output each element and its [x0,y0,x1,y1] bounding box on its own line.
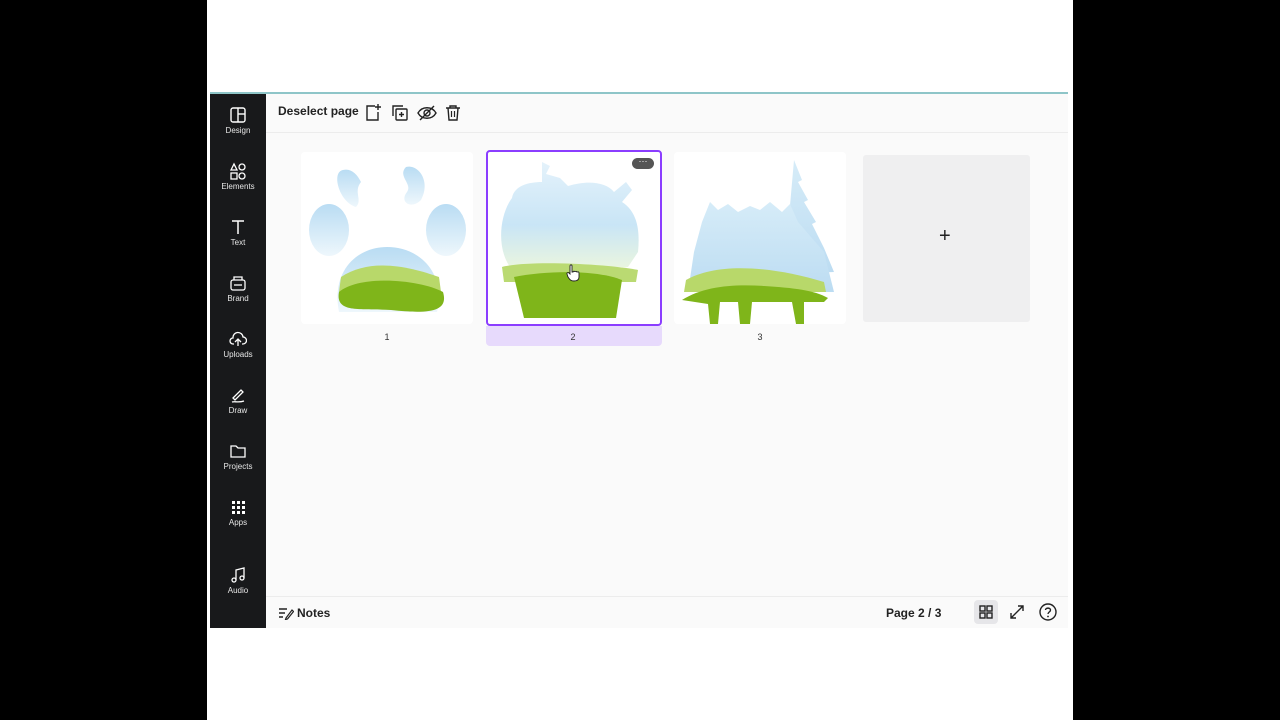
delete-icon [446,105,460,121]
page-thumbnail-3[interactable] [674,152,846,324]
plus-icon: + [939,225,951,247]
apps-icon [232,501,245,514]
sidebar-item-design[interactable]: Design [210,106,266,154]
uploads-icon [229,331,247,346]
hide-page-icon [417,105,437,121]
help-button[interactable] [1038,602,1058,622]
sidebar-item-label: Projects [223,462,253,471]
add-new-page-button[interactable]: + [863,155,1030,322]
sidebar-item-label: Elements [221,182,255,191]
cupcake-silhouette-image [501,162,639,318]
sidebar-item-label: Apps [228,518,248,527]
grid-view-icon [979,605,993,619]
editor-window: Design Elements Text Brand Uploads Draw … [210,92,1068,628]
music-icon [231,567,245,583]
notes-button[interactable]: Notes [297,606,330,620]
editor-footer: Notes Page 2 / 3 [266,596,1068,628]
paw-silhouette-image [309,166,466,312]
sidebar-item-projects[interactable]: Projects [210,442,266,490]
add-page-icon [366,104,381,121]
folder-icon [230,445,246,458]
page-number-1: 1 [384,332,390,342]
duplicate-page-icon [392,105,408,121]
sidebar-item-label: Draw [228,406,248,415]
deselect-page-button[interactable]: Deselect page [278,104,359,118]
hide-page-button[interactable] [416,102,438,124]
page-number-2: 2 [570,332,576,342]
sidebar-item-draw[interactable]: Draw [210,386,266,434]
page-more-options-button[interactable]: ··· [632,157,654,169]
page-thumbnail-2[interactable]: ··· [486,150,662,326]
fullscreen-button[interactable] [1007,602,1027,622]
sidebar-item-label: Audio [227,586,249,595]
help-icon [1039,603,1057,621]
duplicate-page-button[interactable] [389,102,411,124]
design-icon [230,107,246,123]
text-icon [232,220,244,234]
grid-view-button[interactable] [974,600,998,624]
draw-icon [231,389,245,403]
sidebar-item-text[interactable]: Text [210,218,266,266]
sidebar-item-elements[interactable]: Elements [210,162,266,210]
notes-icon [279,608,294,620]
expand-icon [1010,605,1024,619]
sidebar-item-label: Uploads [223,350,253,359]
add-page-button[interactable] [362,102,384,124]
page-toolbar: Deselect page [266,94,1068,133]
delete-page-button[interactable] [442,102,464,124]
elements-icon [229,162,246,180]
sidebar: Design Elements Text Brand Uploads Draw … [210,94,266,628]
brand-icon [230,276,246,291]
sidebar-item-uploads[interactable]: Uploads [210,330,266,378]
hand-cursor-icon [566,264,580,282]
forest-silhouette-image [682,160,834,324]
sidebar-item-apps[interactable]: Apps [210,498,266,546]
sidebar-item-label: Brand [227,294,249,303]
sidebar-item-label: Design [225,126,251,135]
page-thumbnail-1[interactable] [301,152,473,324]
sidebar-item-brand[interactable]: Brand [210,274,266,322]
page-number-3: 3 [757,332,763,342]
sidebar-item-audio[interactable]: Audio [210,566,266,614]
page-indicator[interactable]: Page 2 / 3 [886,606,941,620]
sidebar-item-label: Text [230,238,246,247]
